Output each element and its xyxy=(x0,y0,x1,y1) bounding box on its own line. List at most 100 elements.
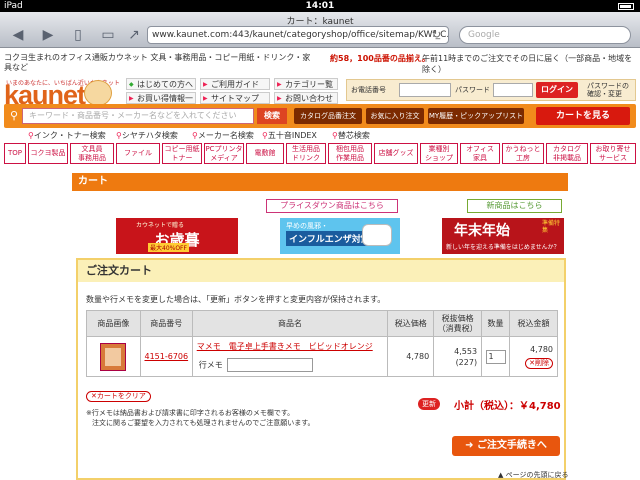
password-input[interactable] xyxy=(493,83,533,97)
reload-icon[interactable]: ↻ xyxy=(432,28,441,41)
tab-electronics[interactable]: 電敷館 xyxy=(246,143,284,164)
quantity-input[interactable]: 1 xyxy=(485,349,506,364)
link-beginners[interactable]: はじめての方へ xyxy=(126,78,196,90)
memo-label: 行メモ xyxy=(198,360,223,370)
share-icon[interactable]: ↗ xyxy=(124,27,144,44)
forward-arrow-icon[interactable]: ▶ xyxy=(38,27,58,44)
login-box: お電話番号 パスワード ログイン パスワードの確認・変更 xyxy=(346,79,636,101)
sublink-maker[interactable]: ⚲メーカー名検索 xyxy=(192,130,254,141)
col-number: 商品番号 xyxy=(139,310,193,337)
link-contact[interactable]: お問い合わせ xyxy=(274,92,338,104)
url-field[interactable]: www.kaunet.com:443/kaunet/categoryshop/o… xyxy=(147,26,449,44)
col-price-excl: 税抜価格 （消費税） xyxy=(433,310,483,337)
new-products-link[interactable]: 新商品はこちら xyxy=(467,199,562,213)
banner-newyear-right: 準備特集 xyxy=(542,220,561,234)
tel-input[interactable] xyxy=(399,83,451,97)
chevron-up-icon: ▲ xyxy=(498,471,506,479)
tab-order-service[interactable]: お取り寄せ サービス xyxy=(590,143,636,164)
tab-office-furniture[interactable]: オフィス 家具 xyxy=(460,143,500,164)
sublink-shachihata[interactable]: ⚲シヤチハタ検索 xyxy=(116,130,178,141)
col-price-incl: 税込価格 xyxy=(387,310,435,337)
arrow-icon: ➜ xyxy=(465,440,477,451)
product-number-link[interactable]: 4151-6706 xyxy=(144,352,188,361)
cart-heading: カート xyxy=(72,173,568,191)
product-image[interactable] xyxy=(100,342,127,371)
promo-count: 約58，100品番の品揃え。 xyxy=(330,54,430,63)
favorites-order-button[interactable]: お気に入り注文 xyxy=(366,108,424,124)
search-bar: ⚲ キーワード・商品番号・メーカー名などを入れてください 検索 カタログ品番注文… xyxy=(4,104,636,128)
checkout-button[interactable]: ➜ ご注文手続きへ xyxy=(452,436,560,456)
total-cell: 4,780 ✕削除 xyxy=(509,336,558,377)
password-forgot-link[interactable]: パスワードの確認・変更 xyxy=(587,82,635,98)
tabs-icon[interactable]: ▭ xyxy=(98,27,118,44)
banner-newyear-big: 年末年始 xyxy=(454,223,510,239)
clear-cart-button[interactable]: ✕カートをクリア xyxy=(86,391,151,402)
page-top-link[interactable]: ▲ ページの先頭に戻る xyxy=(498,470,568,480)
clock: 14:01 xyxy=(305,1,335,11)
link-guide[interactable]: ご利用ガイド xyxy=(200,78,270,90)
view-cart-button[interactable]: カートを見る xyxy=(536,107,630,125)
memo-input[interactable] xyxy=(226,358,313,372)
status-bar: iPad 14:01 xyxy=(0,0,640,12)
memo-row: 行メモ xyxy=(197,358,384,372)
history-button[interactable]: MY履歴・ピックアップリスト xyxy=(428,108,524,124)
sublink-ink-toner[interactable]: ⚲インク・トナー検索 xyxy=(28,130,106,141)
tab-daily-goods[interactable]: 生活用品 ドリンク xyxy=(286,143,326,164)
sublink-refill[interactable]: ⚲替芯検索 xyxy=(332,130,370,141)
search-input[interactable]: キーワード・商品番号・メーカー名などを入れてください xyxy=(22,108,254,124)
delete-button[interactable]: ✕削除 xyxy=(525,357,553,369)
catalog-order-button[interactable]: カタログ品番注文 xyxy=(294,108,362,124)
search-icon: ⚲ xyxy=(10,109,19,122)
tab-stationery[interactable]: 文具員 事務用品 xyxy=(70,143,114,164)
link-sitemap[interactable]: サイトマップ xyxy=(200,92,270,104)
sub-links: ⚲インク・トナー検索 ⚲シヤチハタ検索 ⚲メーカー名検索 ⚲五十音INDEX ⚲… xyxy=(0,130,640,142)
subtotal: 小計（税込）：￥4,780 xyxy=(454,401,561,412)
promo-delivery: 午前11時までのご注文でその日に届く（一部商品・地域を除く） xyxy=(422,54,633,74)
tab-kaunet-studio[interactable]: かうねっと 工房 xyxy=(502,143,544,164)
tel-label: お電話番号 xyxy=(351,86,386,94)
banner-newyear[interactable]: 年末年始 準備特集 新しい年を迎える準備をはじめませんか？ xyxy=(442,218,564,254)
banner-oseibo-small: カウネットで贈る xyxy=(136,222,185,229)
banner-oseibo[interactable]: カウネットで贈る お歳暮 最大40%OFF xyxy=(116,218,238,254)
total-value: 4,780 xyxy=(530,344,553,354)
product-image-cell xyxy=(86,336,141,377)
tab-industry-shop[interactable]: 業種別 ショップ xyxy=(420,143,458,164)
login-button[interactable]: ログイン xyxy=(536,82,578,98)
col-qty: 数量 xyxy=(481,310,511,337)
site-tagline: コクヨ生まれのオフィス通販カウネット 文具・事務用品・コピー用紙・ドリンク・家具… xyxy=(4,53,311,72)
sublink-index[interactable]: ⚲五十音INDEX xyxy=(262,130,317,141)
mask-icon xyxy=(362,224,392,246)
price-incl-cell: 4,780 xyxy=(387,336,435,377)
tab-packing[interactable]: 梱包用品 作業用品 xyxy=(328,143,372,164)
product-name-link[interactable]: マメモ 電子卓上手書きメモ ビビッドオレンジ xyxy=(197,342,373,351)
tab-store-goods[interactable]: 店舗グッズ xyxy=(374,143,418,164)
bookmarks-icon[interactable]: ▯ xyxy=(68,27,88,44)
google-search-field[interactable]: Google xyxy=(459,26,631,44)
price-excl-value: 4,553 xyxy=(454,346,478,356)
battery-icon xyxy=(618,3,634,10)
price-down-link[interactable]: プライスダウン商品はこちら xyxy=(266,199,398,213)
tab-copy-paper[interactable]: コピー用紙 トナー xyxy=(162,143,202,164)
banner-oseibo-tag: 最大40%OFF xyxy=(148,243,189,252)
tab-non-catalog[interactable]: カタログ 非掲載品 xyxy=(546,143,588,164)
memo-notice-2: 注文に関るご要望を入力されても処理されませんのでご注意願います。 xyxy=(92,419,315,427)
tab-file[interactable]: ファイル xyxy=(116,143,160,164)
tab-pc-printer[interactable]: PCプリンタ メディア xyxy=(204,143,244,164)
order-cart-title: ご注文カート xyxy=(78,260,564,282)
banner-flu[interactable]: 早めの風邪・ インフルエンザ対策を xyxy=(280,218,400,254)
product-number-cell: 4151-6706 xyxy=(139,336,193,377)
memo-notice-1: ※行メモは納品書および請求書に印字されるお客様のメモ欄です。 xyxy=(86,409,295,417)
search-button[interactable]: 検索 xyxy=(257,108,287,124)
link-categories[interactable]: カテゴリー覧 xyxy=(274,78,338,90)
banner-newyear-small: 新しい年を迎える準備をはじめませんか？ xyxy=(446,244,560,251)
tab-top[interactable]: TOP xyxy=(4,143,26,164)
link-deals[interactable]: お買い得情報一覧 xyxy=(126,92,196,114)
mascot-icon xyxy=(84,80,112,106)
tax-value: (227) xyxy=(455,357,478,367)
cart-table: 商品画像 商品番号 商品名 税込価格 税抜価格 （消費税） 数量 税込金額 41… xyxy=(86,310,558,377)
col-name: 商品名 xyxy=(191,310,389,337)
update-button[interactable]: 更新 xyxy=(418,398,440,410)
back-arrow-icon[interactable]: ◀ xyxy=(8,27,28,44)
tab-kokuyo[interactable]: コクヨ製品 xyxy=(28,143,68,164)
password-label: パスワード xyxy=(455,86,490,94)
